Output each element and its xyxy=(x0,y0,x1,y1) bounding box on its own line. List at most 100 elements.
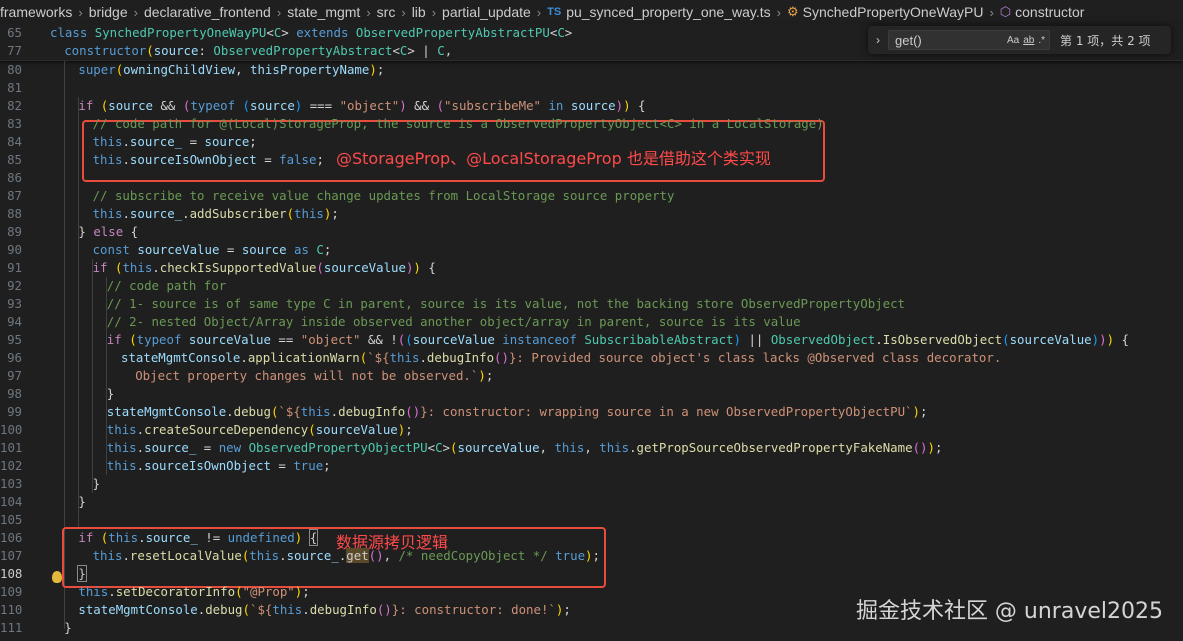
code-text: stateMgmtConsole.applicationWarn(`${this… xyxy=(121,349,1001,367)
code-token: this xyxy=(92,548,123,563)
code-token: , xyxy=(383,548,399,563)
code-token: stateMgmtConsole xyxy=(78,602,198,617)
code-line[interactable]: 109 this.setDecoratorInfo("@Prop"); xyxy=(0,583,1183,601)
code-line[interactable]: 88 this.source_.addSubscriber(this); xyxy=(0,205,1183,223)
code-line[interactable]: 80 super(owningChildView, thisPropertyNam… xyxy=(0,61,1183,79)
code-text: // code path for xyxy=(107,277,226,295)
code-token: . xyxy=(122,152,130,167)
code-token: debugInfo xyxy=(309,602,377,617)
breadcrumb-item[interactable]: src xyxy=(377,4,396,20)
code-line[interactable]: 83 // code path for @(Local)StorageProp, … xyxy=(0,115,1183,133)
code-line[interactable]: 87 // subscribe to receive value change u… xyxy=(0,187,1183,205)
code-token: checkIsSupportedValue xyxy=(159,260,317,275)
code-token: get xyxy=(346,548,369,563)
code-line[interactable]: 105 xyxy=(0,511,1183,529)
code-token: sourceValue xyxy=(412,332,495,347)
code-line[interactable]: 100 this.createSourceDependency(sourceVal… xyxy=(0,421,1183,439)
code-line[interactable]: 98} xyxy=(0,385,1183,403)
code-text: // 2- nested Object/Array inside observe… xyxy=(107,313,801,331)
breadcrumb-member[interactable]: ⬡ constructor xyxy=(1000,4,1085,20)
code-token: . xyxy=(182,206,190,221)
code-token: else xyxy=(93,224,124,239)
code-text: this.setDecoratorInfo("@Prop"); xyxy=(78,583,309,601)
code-text: stateMgmtConsole.debug(`${this.debugInfo… xyxy=(107,403,928,421)
code-token: ( xyxy=(235,584,243,599)
line-number: 101 xyxy=(0,440,23,455)
chevron-right-icon: › xyxy=(989,4,994,20)
code-line[interactable]: 111} xyxy=(0,619,1183,637)
code-line[interactable]: 85 this.sourceIsOwnObject = false; xyxy=(0,151,1183,169)
code-token: . xyxy=(226,404,234,419)
code-text: stateMgmtConsole.debug(`${this.debugInfo… xyxy=(78,601,570,619)
breadcrumb-file[interactable]: TS pu_synced_property_one_way.ts xyxy=(547,4,771,20)
code-line[interactable]: 89} else { xyxy=(0,223,1183,241)
code-line[interactable]: 84 this.source_ = source; xyxy=(0,133,1183,151)
code-line[interactable]: 90 const sourceValue = source as C; xyxy=(0,241,1183,259)
breadcrumb-class[interactable]: ⚙ SynchedPropertyOneWayPU xyxy=(787,4,983,20)
code-token: sourceValue xyxy=(457,440,540,455)
breadcrumb-item[interactable]: declarative_frontend xyxy=(144,4,271,20)
code-line[interactable]: 92 // code path for xyxy=(0,277,1183,295)
line-number: 99 xyxy=(7,404,22,419)
code-token: . xyxy=(875,332,883,347)
code-line[interactable]: 99 stateMgmtConsole.debug(`${this.debugIn… xyxy=(0,403,1183,421)
code-line[interactable]: 82 if (source && (typeof (source) === "ob… xyxy=(0,97,1183,115)
code-token: source_ xyxy=(286,548,339,563)
code-line[interactable]: 108} xyxy=(0,565,1183,583)
breadcrumb-item[interactable]: frameworks xyxy=(0,4,72,20)
code-token: ( xyxy=(405,332,413,347)
code-token: this xyxy=(599,440,630,455)
code-token: IsObservedObject xyxy=(882,332,1003,347)
code-line[interactable]: 101 this.source_ = new ObservedPropertyOb… xyxy=(0,439,1183,457)
code-line[interactable]: 95 if (typeof sourceValue == "object" && … xyxy=(0,331,1183,349)
code-text: constructor(source: ObservedPropertyAbst… xyxy=(64,42,452,60)
breadcrumb-item[interactable]: lib xyxy=(412,4,426,20)
code-token: . xyxy=(122,134,130,149)
code-token: . xyxy=(279,548,287,563)
code-line[interactable]: 86 xyxy=(0,169,1183,187)
code-line[interactable]: 103} xyxy=(0,475,1183,493)
code-token: owningChildView xyxy=(123,62,236,77)
code-token: undefined xyxy=(227,530,295,545)
code-line[interactable]: 96 stateMgmtConsole.applicationWarn(`${th… xyxy=(0,349,1183,367)
code-token: < xyxy=(266,25,274,40)
breadcrumb-item[interactable]: state_mgmt xyxy=(287,4,360,20)
code-line[interactable]: 97 Object property changes will not be ob… xyxy=(0,367,1183,385)
code-token: "@Prop" xyxy=(242,584,295,599)
code-token: debug xyxy=(233,404,271,419)
code-line[interactable]: 106 if (this.source_ != undefined) { xyxy=(0,529,1183,547)
code-line[interactable]: 91 if (this.checkIsSupportedValue(sourceV… xyxy=(0,259,1183,277)
code-token: ) xyxy=(413,260,421,275)
code-token: ( xyxy=(242,602,250,617)
breadcrumb-label: declarative_frontend xyxy=(143,4,271,20)
code-line[interactable]: 104} xyxy=(0,493,1183,511)
code-token: class xyxy=(50,25,95,40)
code-token: { xyxy=(630,98,646,113)
code-token: source xyxy=(153,43,199,58)
chevron-right-icon: › xyxy=(401,4,406,20)
code-token: this xyxy=(106,422,137,437)
code-line[interactable]: 77 constructor(source: ObservedPropertyAb… xyxy=(0,42,1183,60)
code-token: ; xyxy=(485,368,494,383)
code-line[interactable]: 93 // 1- source is of same type C in pare… xyxy=(0,295,1183,313)
code-token: source xyxy=(241,242,287,257)
breadcrumb-item[interactable]: bridge xyxy=(89,4,128,20)
code-token: ) xyxy=(369,62,377,77)
code-token: C xyxy=(316,242,324,257)
code-line[interactable]: 81 xyxy=(0,79,1183,97)
code-line[interactable]: 94 // 2- nested Object/Array inside obser… xyxy=(0,313,1183,331)
code-token: ( xyxy=(129,332,137,347)
code-token: extends xyxy=(296,25,356,40)
code-token: ; xyxy=(934,440,943,455)
code-line[interactable]: 107 this.resetLocalValue(this.source_.get… xyxy=(0,547,1183,565)
code-token: as xyxy=(286,242,317,257)
code-line[interactable]: 102 this.sourceIsOwnObject = true; xyxy=(0,457,1183,475)
code-token: { xyxy=(308,529,319,546)
code-line[interactable]: 110 stateMgmtConsole.debug(`${this.debugI… xyxy=(0,601,1183,619)
code-token: && xyxy=(406,98,437,113)
line-number: 80 xyxy=(7,62,22,77)
line-number: 83 xyxy=(7,116,22,131)
breadcrumb-item[interactable]: partial_update xyxy=(442,4,531,20)
code-line[interactable]: 65 class SynchedPropertyOneWayPU<C> exten… xyxy=(0,24,1183,42)
